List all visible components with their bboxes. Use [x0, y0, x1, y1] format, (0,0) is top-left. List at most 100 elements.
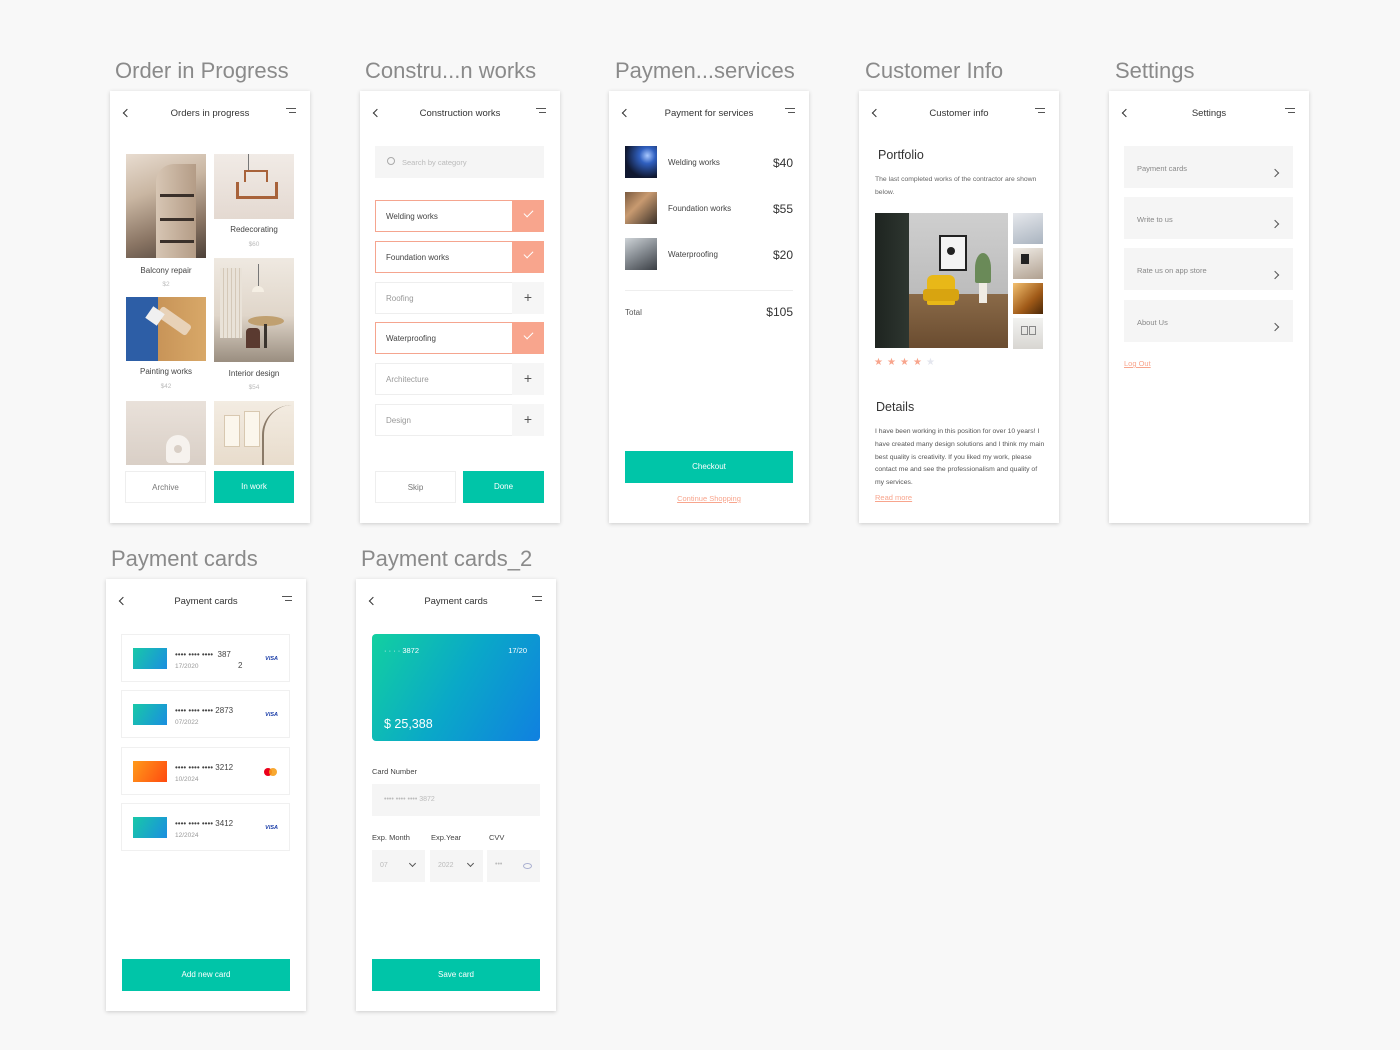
- menu-icon[interactable]: [536, 108, 546, 115]
- settings-item-payment-cards[interactable]: Payment cards: [1124, 146, 1293, 188]
- order-price: $42: [160, 383, 172, 390]
- category-architecture[interactable]: Architecture +: [375, 363, 544, 395]
- chevron-right-icon: [1270, 163, 1280, 181]
- order-price: $54: [248, 384, 260, 391]
- cvv-field[interactable]: •••: [487, 850, 540, 882]
- category-roofing[interactable]: Roofing +: [375, 282, 544, 314]
- settings-screen: Settings Payment cards Write to us Rate …: [1109, 91, 1309, 523]
- menu-icon[interactable]: [1285, 108, 1295, 115]
- save-card-button[interactable]: Save card: [372, 959, 540, 991]
- settings-item-about-us[interactable]: About Us: [1124, 300, 1293, 342]
- category-foundation[interactable]: Foundation works: [375, 241, 544, 273]
- portfolio-main-image[interactable]: [875, 213, 1008, 348]
- orders-topbar: Orders in progress: [110, 91, 310, 135]
- star-icon: ★: [887, 357, 896, 368]
- screen-title: Payment for services: [664, 108, 754, 119]
- menu-icon[interactable]: [286, 108, 296, 115]
- payment-item-name: Welding works: [668, 158, 720, 167]
- card-thumbnail: [133, 704, 167, 725]
- add-new-card-button[interactable]: Add new card: [122, 959, 290, 991]
- interior-design-image[interactable]: [214, 258, 294, 362]
- card-item[interactable]: •••• •••• •••• 3212 10/2024: [121, 747, 290, 795]
- logout-link[interactable]: Log Out: [1124, 359, 1151, 368]
- card-item[interactable]: •••• •••• •••• 387 2 17/2020 VISA: [121, 634, 290, 682]
- skip-button[interactable]: Skip: [375, 471, 456, 503]
- card-item[interactable]: •••• •••• •••• 2873 07/2022 VISA: [121, 690, 290, 738]
- portfolio-thumb[interactable]: [1013, 318, 1043, 349]
- details-text: I have been working in this position for…: [875, 428, 1045, 487]
- card-number: · · · · 3872: [384, 646, 420, 655]
- chevron-down-icon: [466, 859, 475, 868]
- category-welding[interactable]: Welding works: [375, 200, 544, 232]
- exp-year-value: 2022: [438, 862, 454, 869]
- exp-year-select[interactable]: 2022: [430, 850, 483, 882]
- card-thumbnail: [133, 648, 167, 669]
- star-icon: ★: [900, 357, 909, 368]
- card-number-value: •••• •••• •••• 3872: [384, 796, 435, 803]
- eye-icon[interactable]: [523, 863, 532, 869]
- order-name: Interior design: [228, 369, 280, 378]
- star-icon: ★: [926, 357, 935, 368]
- category-label: Waterproofing: [386, 334, 436, 343]
- chevron-down-icon: [408, 859, 417, 868]
- menu-icon[interactable]: [785, 108, 795, 115]
- frame-title-cards2: Payment cards_2: [361, 546, 533, 571]
- in-work-button[interactable]: In work: [214, 471, 294, 503]
- details-heading: Details: [876, 400, 915, 414]
- category-label: Foundation works: [386, 253, 450, 262]
- order-image[interactable]: [214, 401, 294, 465]
- settings-item-label: Payment cards: [1137, 164, 1188, 173]
- painting-works-image[interactable]: [126, 297, 206, 361]
- exp-month-select[interactable]: 07: [372, 850, 425, 882]
- check-icon: [512, 241, 544, 273]
- search-placeholder: Search by category: [402, 158, 467, 167]
- cards-topbar: Payment cards: [106, 579, 306, 623]
- checkout-button[interactable]: Checkout: [625, 451, 793, 483]
- order-image[interactable]: [126, 401, 206, 465]
- order-name: Painting works: [139, 367, 193, 376]
- star-icon: ★: [874, 357, 883, 368]
- menu-icon[interactable]: [1035, 108, 1045, 115]
- construction-topbar: Construction works: [360, 91, 560, 135]
- continue-shopping-link[interactable]: Continue Shopping: [609, 494, 809, 503]
- exp-year-label: Exp.Year: [431, 833, 462, 842]
- menu-icon[interactable]: [282, 596, 292, 603]
- settings-item-write-to-us[interactable]: Write to us: [1124, 197, 1293, 239]
- archive-button[interactable]: Archive: [125, 471, 206, 503]
- portfolio-thumb[interactable]: [1013, 283, 1043, 314]
- read-more-link[interactable]: Read more: [875, 493, 912, 502]
- mastercard-icon: [264, 768, 278, 776]
- frame-title-cards: Payment cards: [111, 546, 258, 571]
- screen-title: Customer info: [929, 108, 989, 119]
- credit-card[interactable]: · · · · 3872 17/20 $ 25,388: [372, 634, 540, 741]
- check-icon: [512, 200, 544, 232]
- card-number-field[interactable]: •••• •••• •••• 3872: [372, 784, 540, 816]
- card-item[interactable]: •••• •••• •••• 3412 12/2024 VISA: [121, 803, 290, 851]
- settings-item-rate-us[interactable]: Rate us on app store: [1124, 248, 1293, 290]
- frame-title-settings: Settings: [1115, 58, 1195, 83]
- menu-icon[interactable]: [532, 596, 542, 603]
- redecorating-image[interactable]: [214, 154, 294, 219]
- search-input[interactable]: Search by category: [375, 146, 544, 178]
- screen-title: Settings: [1191, 108, 1227, 119]
- portfolio-thumb[interactable]: [1013, 248, 1043, 279]
- portfolio-thumb[interactable]: [1013, 213, 1043, 244]
- card-number: •••• •••• •••• 3412: [175, 819, 234, 828]
- category-design[interactable]: Design +: [375, 404, 544, 436]
- check-icon: [512, 322, 544, 354]
- customer-topbar: Customer info: [859, 91, 1059, 135]
- exp-month-label: Exp. Month: [372, 833, 410, 842]
- payment-item-amount: $20: [772, 248, 793, 262]
- card-expiry: 17/2020: [175, 663, 199, 670]
- card-balance: $ 25,388: [384, 717, 433, 731]
- screen-title: Payment cards: [424, 596, 488, 607]
- category-waterproofing[interactable]: Waterproofing: [375, 322, 544, 354]
- settings-item-label: About Us: [1137, 318, 1168, 327]
- done-button[interactable]: Done: [463, 471, 544, 503]
- chevron-right-icon: [1270, 317, 1280, 335]
- search-icon: [387, 157, 395, 165]
- total-label: Total: [625, 308, 642, 317]
- cards2-topbar: Payment cards: [356, 579, 556, 623]
- cvv-value: •••: [495, 861, 503, 868]
- balcony-repair-image[interactable]: [126, 154, 206, 258]
